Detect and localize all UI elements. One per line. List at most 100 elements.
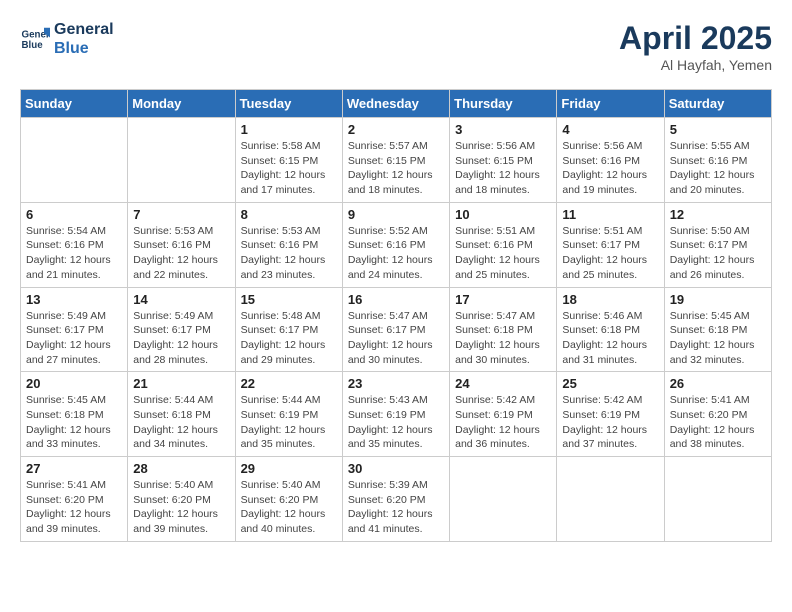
day-info: Sunrise: 5:41 AMSunset: 6:20 PMDaylight:…: [26, 478, 122, 537]
day-number: 13: [26, 292, 122, 307]
weekday-header-wednesday: Wednesday: [342, 90, 449, 118]
location-subtitle: Al Hayfah, Yemen: [619, 57, 772, 73]
calendar-cell: 8 Sunrise: 5:53 AMSunset: 6:16 PMDaylight…: [235, 202, 342, 287]
week-row-3: 13 Sunrise: 5:49 AMSunset: 6:17 PMDayligh…: [21, 287, 772, 372]
day-number: 14: [133, 292, 229, 307]
day-number: 29: [241, 461, 337, 476]
day-info: Sunrise: 5:44 AMSunset: 6:18 PMDaylight:…: [133, 393, 229, 452]
day-number: 15: [241, 292, 337, 307]
calendar-cell: 1 Sunrise: 5:58 AMSunset: 6:15 PMDaylight…: [235, 118, 342, 203]
logo-icon: General Blue: [20, 24, 50, 54]
day-number: 11: [562, 207, 658, 222]
day-info: Sunrise: 5:58 AMSunset: 6:15 PMDaylight:…: [241, 139, 337, 198]
weekday-header-sunday: Sunday: [21, 90, 128, 118]
day-number: 25: [562, 376, 658, 391]
calendar-cell: 22Sunrise: 5:44 AMSunset: 6:19 PMDayligh…: [235, 372, 342, 457]
day-number: 23: [348, 376, 444, 391]
week-row-5: 27 Sunrise: 5:41 AMSunset: 6:20 PMDayligh…: [21, 457, 772, 542]
calendar-cell: 28 Sunrise: 5:40 AMSunset: 6:20 PMDayligh…: [128, 457, 235, 542]
day-info: Sunrise: 5:53 AMSunset: 6:16 PMDaylight:…: [241, 224, 337, 283]
logo: General Blue General Blue: [20, 20, 114, 58]
day-number: 18: [562, 292, 658, 307]
calendar-cell: 10 Sunrise: 5:51 AMSunset: 6:16 PMDayligh…: [450, 202, 557, 287]
calendar-cell: [450, 457, 557, 542]
logo-line1: General: [54, 20, 114, 39]
calendar-cell: 11 Sunrise: 5:51 AMSunset: 6:17 PMDayligh…: [557, 202, 664, 287]
day-info: Sunrise: 5:49 AMSunset: 6:17 PMDaylight:…: [26, 309, 122, 368]
day-number: 28: [133, 461, 229, 476]
day-info: Sunrise: 5:48 AMSunset: 6:17 PMDaylight:…: [241, 309, 337, 368]
day-number: 6: [26, 207, 122, 222]
day-number: 16: [348, 292, 444, 307]
calendar-cell: [664, 457, 771, 542]
calendar-cell: 6 Sunrise: 5:54 AMSunset: 6:16 PMDaylight…: [21, 202, 128, 287]
day-info: Sunrise: 5:51 AMSunset: 6:16 PMDaylight:…: [455, 224, 551, 283]
calendar-table: SundayMondayTuesdayWednesdayThursdayFrid…: [20, 89, 772, 542]
day-number: 27: [26, 461, 122, 476]
day-number: 2: [348, 122, 444, 137]
calendar-cell: 25 Sunrise: 5:42 AMSunset: 6:19 PMDayligh…: [557, 372, 664, 457]
calendar-cell: 4Sunrise: 5:56 AMSunset: 6:16 PMDaylight…: [557, 118, 664, 203]
calendar-cell: 7 Sunrise: 5:53 AMSunset: 6:16 PMDaylight…: [128, 202, 235, 287]
calendar-cell: 26Sunrise: 5:41 AMSunset: 6:20 PMDayligh…: [664, 372, 771, 457]
day-info: Sunrise: 5:56 AMSunset: 6:15 PMDaylight:…: [455, 139, 551, 198]
day-info: Sunrise: 5:43 AMSunset: 6:19 PMDaylight:…: [348, 393, 444, 452]
calendar-cell: 24 Sunrise: 5:42 AMSunset: 6:19 PMDayligh…: [450, 372, 557, 457]
calendar-cell: 18 Sunrise: 5:46 AMSunset: 6:18 PMDayligh…: [557, 287, 664, 372]
title-area: April 2025 Al Hayfah, Yemen: [619, 20, 772, 73]
calendar-cell: 27 Sunrise: 5:41 AMSunset: 6:20 PMDayligh…: [21, 457, 128, 542]
day-info: Sunrise: 5:45 AMSunset: 6:18 PMDaylight:…: [26, 393, 122, 452]
calendar-cell: 9Sunrise: 5:52 AMSunset: 6:16 PMDaylight…: [342, 202, 449, 287]
day-info: Sunrise: 5:40 AMSunset: 6:20 PMDaylight:…: [241, 478, 337, 537]
day-info: Sunrise: 5:42 AMSunset: 6:19 PMDaylight:…: [562, 393, 658, 452]
week-row-4: 20Sunrise: 5:45 AMSunset: 6:18 PMDayligh…: [21, 372, 772, 457]
calendar-cell: 3 Sunrise: 5:56 AMSunset: 6:15 PMDaylight…: [450, 118, 557, 203]
calendar-cell: [21, 118, 128, 203]
day-number: 8: [241, 207, 337, 222]
day-number: 24: [455, 376, 551, 391]
calendar-cell: 13 Sunrise: 5:49 AMSunset: 6:17 PMDayligh…: [21, 287, 128, 372]
day-number: 26: [670, 376, 766, 391]
weekday-header-thursday: Thursday: [450, 90, 557, 118]
day-info: Sunrise: 5:49 AMSunset: 6:17 PMDaylight:…: [133, 309, 229, 368]
calendar-cell: 12Sunrise: 5:50 AMSunset: 6:17 PMDayligh…: [664, 202, 771, 287]
day-number: 7: [133, 207, 229, 222]
day-number: 3: [455, 122, 551, 137]
day-number: 17: [455, 292, 551, 307]
calendar-cell: 23 Sunrise: 5:43 AMSunset: 6:19 PMDayligh…: [342, 372, 449, 457]
day-info: Sunrise: 5:45 AMSunset: 6:18 PMDaylight:…: [670, 309, 766, 368]
month-title: April 2025: [619, 20, 772, 57]
day-number: 5: [670, 122, 766, 137]
day-info: Sunrise: 5:50 AMSunset: 6:17 PMDaylight:…: [670, 224, 766, 283]
day-info: Sunrise: 5:39 AMSunset: 6:20 PMDaylight:…: [348, 478, 444, 537]
day-info: Sunrise: 5:42 AMSunset: 6:19 PMDaylight:…: [455, 393, 551, 452]
weekday-header-monday: Monday: [128, 90, 235, 118]
weekday-header-saturday: Saturday: [664, 90, 771, 118]
day-number: 1: [241, 122, 337, 137]
day-info: Sunrise: 5:54 AMSunset: 6:16 PMDaylight:…: [26, 224, 122, 283]
day-number: 19: [670, 292, 766, 307]
calendar-cell: [128, 118, 235, 203]
calendar-cell: 19 Sunrise: 5:45 AMSunset: 6:18 PMDayligh…: [664, 287, 771, 372]
header: General Blue General Blue April 2025 Al …: [20, 20, 772, 73]
week-row-2: 6 Sunrise: 5:54 AMSunset: 6:16 PMDaylight…: [21, 202, 772, 287]
calendar-cell: 20Sunrise: 5:45 AMSunset: 6:18 PMDayligh…: [21, 372, 128, 457]
weekday-header-friday: Friday: [557, 90, 664, 118]
calendar-cell: 21Sunrise: 5:44 AMSunset: 6:18 PMDayligh…: [128, 372, 235, 457]
day-info: Sunrise: 5:46 AMSunset: 6:18 PMDaylight:…: [562, 309, 658, 368]
calendar-cell: [557, 457, 664, 542]
day-number: 4: [562, 122, 658, 137]
calendar-cell: 14 Sunrise: 5:49 AMSunset: 6:17 PMDayligh…: [128, 287, 235, 372]
calendar-cell: 16Sunrise: 5:47 AMSunset: 6:17 PMDayligh…: [342, 287, 449, 372]
day-number: 30: [348, 461, 444, 476]
week-row-1: 1 Sunrise: 5:58 AMSunset: 6:15 PMDaylight…: [21, 118, 772, 203]
day-info: Sunrise: 5:53 AMSunset: 6:16 PMDaylight:…: [133, 224, 229, 283]
svg-text:Blue: Blue: [22, 40, 44, 51]
day-info: Sunrise: 5:57 AMSunset: 6:15 PMDaylight:…: [348, 139, 444, 198]
day-info: Sunrise: 5:40 AMSunset: 6:20 PMDaylight:…: [133, 478, 229, 537]
calendar-cell: 15 Sunrise: 5:48 AMSunset: 6:17 PMDayligh…: [235, 287, 342, 372]
day-number: 10: [455, 207, 551, 222]
calendar-cell: 30 Sunrise: 5:39 AMSunset: 6:20 PMDayligh…: [342, 457, 449, 542]
day-info: Sunrise: 5:51 AMSunset: 6:17 PMDaylight:…: [562, 224, 658, 283]
day-info: Sunrise: 5:44 AMSunset: 6:19 PMDaylight:…: [241, 393, 337, 452]
